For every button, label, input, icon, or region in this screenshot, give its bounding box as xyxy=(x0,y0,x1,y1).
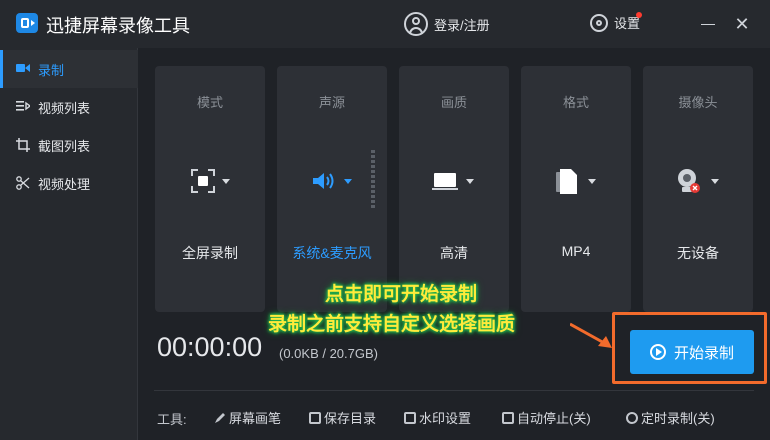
chevron-down-icon xyxy=(466,179,474,184)
file-icon xyxy=(556,168,580,198)
app-title: 迅捷屏幕录像工具 xyxy=(46,16,190,36)
chevron-down-icon xyxy=(344,179,352,184)
folder-icon xyxy=(309,411,321,424)
sidebar-item-label: 截图列表 xyxy=(38,138,91,154)
video-camera-icon xyxy=(16,62,30,76)
start-recording-button[interactable]: 开始录制 xyxy=(630,330,754,374)
chevron-down-icon xyxy=(588,179,596,184)
tool-label: 定时录制(关) xyxy=(641,411,715,426)
card-value: 系统&麦克风 xyxy=(292,245,372,261)
camera-off-icon xyxy=(676,168,704,198)
play-icon xyxy=(649,344,666,360)
divider xyxy=(154,390,754,391)
sidebar-item-screenshot-list[interactable]: 截图列表 xyxy=(0,126,138,164)
callout-arrow xyxy=(570,322,612,348)
save-directory-button[interactable]: 保存目录 xyxy=(309,408,376,427)
sidebar-item-video-process[interactable]: 视频处理 xyxy=(0,164,138,202)
title-bar: 迅捷屏幕录像工具 登录/注册 设置 ✕ xyxy=(0,0,770,48)
close-button[interactable]: ✕ xyxy=(730,12,754,36)
sidebar-item-label: 视频列表 xyxy=(38,100,91,116)
card-value: MP4 xyxy=(561,243,591,259)
settings-button[interactable]: 设置 xyxy=(590,13,640,32)
tool-label: 屏幕画笔 xyxy=(229,411,282,426)
login-register-label: 登录/注册 xyxy=(434,17,490,33)
screenshot-list-icon xyxy=(16,138,30,152)
notification-dot xyxy=(636,12,642,18)
callout-line-1: 点击即可开始录制 xyxy=(325,284,478,305)
video-process-icon xyxy=(16,176,30,190)
tool-label: 自动停止(关) xyxy=(517,411,591,426)
format-card[interactable]: 格式 MP4 xyxy=(521,66,631,312)
monitor-icon xyxy=(432,168,460,198)
card-title: 画质 xyxy=(440,95,467,110)
card-title: 声源 xyxy=(318,95,345,110)
speaker-icon xyxy=(311,168,337,198)
pause-icon xyxy=(502,411,514,424)
start-recording-label: 开始录制 xyxy=(673,344,734,362)
fullscreen-icon xyxy=(190,168,216,198)
auto-stop-button[interactable]: 自动停止(关) xyxy=(502,408,591,427)
tool-label: 水印设置 xyxy=(419,411,472,426)
card-value: 全屏录制 xyxy=(182,245,238,261)
quality-card[interactable]: 画质 高清 xyxy=(399,66,509,312)
chevron-down-icon xyxy=(222,179,230,184)
login-register-button[interactable]: 登录/注册 xyxy=(404,12,490,36)
minimize-button[interactable] xyxy=(696,12,720,36)
mode-card[interactable]: 模式 全屏录制 xyxy=(155,66,265,312)
storage-info: (0.0KB / 20.7GB) xyxy=(279,346,378,361)
pen-icon xyxy=(214,412,226,424)
volume-meter xyxy=(371,150,375,208)
watermark-settings-button[interactable]: 水印设置 xyxy=(404,408,471,427)
sidebar-item-record[interactable]: 录制 xyxy=(0,50,138,88)
sidebar-item-video-list[interactable]: 视频列表 xyxy=(0,88,138,126)
card-title: 格式 xyxy=(562,95,589,110)
watermark-icon xyxy=(404,411,416,424)
recording-timer: 00:00:00 xyxy=(157,332,263,362)
camera-card[interactable]: 摄像头 无设备 xyxy=(643,66,753,312)
tools-label: 工具: xyxy=(157,412,187,427)
card-value: 高清 xyxy=(440,245,468,261)
card-title: 模式 xyxy=(196,95,223,110)
gear-icon xyxy=(590,13,608,32)
sidebar-item-label: 录制 xyxy=(38,62,65,78)
chevron-down-icon xyxy=(711,179,719,184)
sidebar-item-label: 视频处理 xyxy=(38,176,91,192)
audio-source-card[interactable]: 声源 系统&麦克风 xyxy=(277,66,387,312)
tool-label: 保存目录 xyxy=(324,411,377,426)
video-list-icon xyxy=(16,100,32,114)
user-icon xyxy=(404,12,428,36)
clock-icon xyxy=(626,411,638,424)
card-value: 无设备 xyxy=(677,245,719,261)
card-title: 摄像头 xyxy=(678,95,718,110)
app-logo-icon xyxy=(16,13,38,33)
scheduled-recording-button[interactable]: 定时录制(关) xyxy=(626,408,715,427)
sidebar: 录制 视频列表 截图列表 视频处理 xyxy=(0,48,138,440)
callout-line-2: 录制之前支持自定义选择画质 xyxy=(268,314,516,335)
screen-pen-button[interactable]: 屏幕画笔 xyxy=(214,408,281,427)
